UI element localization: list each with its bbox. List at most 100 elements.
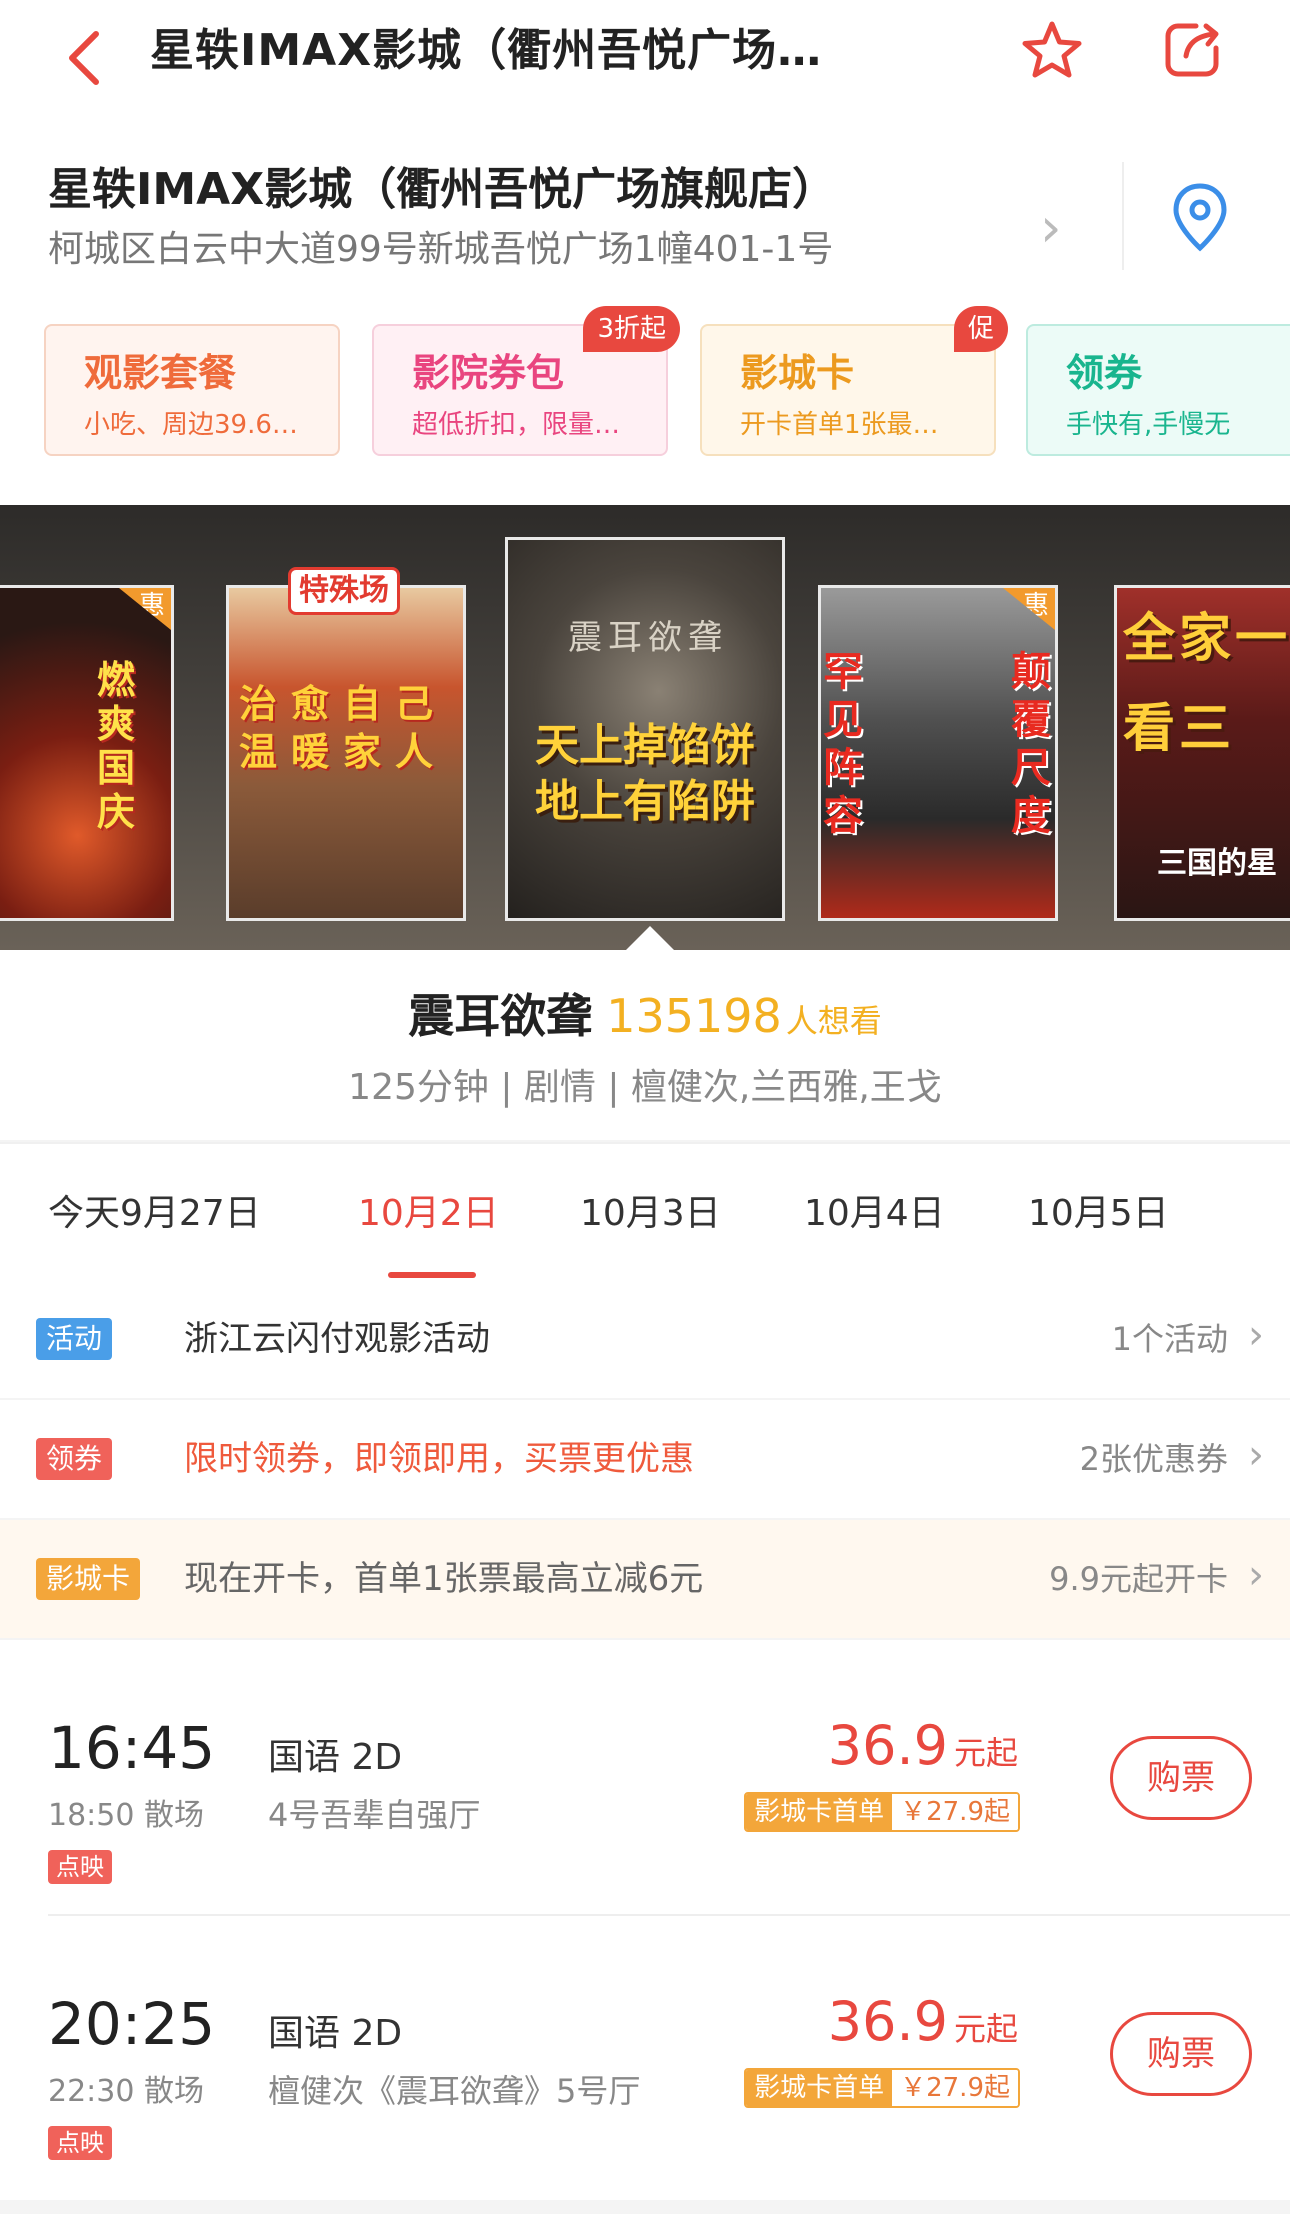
end-time: 22:30 散场 <box>48 2074 204 2109</box>
location-pin-icon <box>1173 183 1227 252</box>
cinema-info: 星轶IMAX影城（衢州吾悦广场旗舰店） 柯城区白云中大道99号新城吾悦广场1幢4… <box>0 140 1290 505</box>
share-button[interactable] <box>1152 10 1232 90</box>
card-discount-price: 影城卡首单 ￥27.9起 <box>744 1792 1020 1832</box>
back-button[interactable] <box>44 18 124 98</box>
showtime-list: 16:45 18:50 散场 点映 国语 2D 4号吾辈自强厅 36.9 元起 影… <box>0 1640 1290 2200</box>
movie-poster-carousel[interactable]: 惠 燃爽国庆 治愈自己 温暖家人 特殊场 震耳欲聋 天上掉馅饼 地上有陷阱 惠 … <box>0 505 1290 950</box>
poster-caption: 全家一 看三 <box>1123 609 1290 759</box>
chevron-right-icon: › <box>1248 1312 1264 1358</box>
date-tab[interactable]: 今天9月27日 <box>48 1184 261 1236</box>
activity-tag: 活动 <box>36 1318 113 1360</box>
ticket-price: 36.9 元起 <box>828 1714 1018 1777</box>
activity-count: 1个活动 <box>1111 1320 1228 1358</box>
coupon-count: 2张优惠券 <box>1079 1440 1228 1478</box>
service-desc: 开卡首单1张最… <box>740 410 939 440</box>
service-combo-card[interactable]: 观影套餐 小吃、周边39.6… <box>44 324 340 456</box>
card-discount-price: 影城卡首单 ￥27.9起 <box>744 2068 1020 2108</box>
date-tab-active[interactable]: 10月2日 <box>358 1184 499 1236</box>
top-nav-bar: 星轶IMAX影城（衢州吾悦广场… <box>0 0 1290 140</box>
poster-caption: 治愈自己 温暖家人 <box>239 682 448 774</box>
divider <box>1122 162 1124 270</box>
buy-ticket-button[interactable]: 购票 <box>1110 1736 1252 1820</box>
hall-name: 4号吾辈自强厅 <box>268 1796 481 1834</box>
cinema-name[interactable]: 星轶IMAX影城（衢州吾悦广场旗舰店） <box>48 160 1048 220</box>
cinema-address[interactable]: 柯城区白云中大道99号新城吾悦广场1幢401-1号 <box>48 225 1048 275</box>
selected-poster-indicator <box>626 926 674 950</box>
card-label: 影城卡首单 <box>746 2070 893 2106</box>
service-cinema-card[interactable]: 影城卡 开卡首单1张最… 促 <box>700 306 1008 456</box>
activity-row[interactable]: 活动 浙江云闪付观影活动 1个活动 › <box>0 1280 1290 1398</box>
date-tab[interactable]: 10月4日 <box>804 1184 945 1236</box>
card-price: ￥27.9起 <box>892 2070 1018 2106</box>
want-to-see-count: 135198 <box>606 989 782 1043</box>
price-suffix: 元起 <box>953 2010 1018 2048</box>
preview-tag: 点映 <box>48 2126 112 2160</box>
movie-poster-selected[interactable]: 震耳欲聋 天上掉馅饼 地上有陷阱 <box>505 537 785 921</box>
language-format: 国语 2D <box>268 1737 403 1778</box>
poster-caption: 天上掉馅饼 地上有陷阱 <box>535 720 755 827</box>
cinema-card-price: 9.9元起开卡 <box>1049 1560 1228 1598</box>
date-tabs: 今天9月27日 10月2日 10月3日 10月4日 10月5日 <box>0 1142 1290 1280</box>
favorite-button[interactable] <box>1012 10 1092 90</box>
movie-poster[interactable]: 惠 燃爽国庆 <box>0 585 174 921</box>
service-title: 观影套餐 <box>84 351 237 395</box>
cinema-card-row[interactable]: 影城卡 现在开卡，首单1张票最高立减6元 9.9元起开卡 › <box>0 1520 1290 1638</box>
coupon-tag: 领券 <box>36 1438 113 1480</box>
showtime-row[interactable]: 16:45 18:50 散场 点映 国语 2D 4号吾辈自强厅 36.9 元起 影… <box>0 1640 1290 1916</box>
poster-caption-right: 颠覆尺度 <box>1011 649 1051 839</box>
movie-meta: 125分钟 | 剧情 | 檀健次,兰西雅,王戈 <box>348 1067 942 1108</box>
share-icon <box>1165 23 1219 77</box>
service-title: 领券 <box>1066 351 1143 395</box>
poster-caption-left: 罕见阵容 <box>823 649 863 839</box>
service-get-coupon-card[interactable]: 领券 手快有,手慢无 <box>1026 324 1290 456</box>
movie-poster[interactable]: 全家一 看三 三国的星 <box>1114 585 1290 921</box>
coupon-text: 限时领券，即领即用，买票更优惠 <box>184 1439 694 1479</box>
page-title: 星轶IMAX影城（衢州吾悦广场… <box>150 25 823 76</box>
movie-poster[interactable]: 治愈自己 温暖家人 <box>226 585 466 921</box>
chevron-right-icon[interactable]: › <box>1040 188 1090 268</box>
star-icon <box>1022 21 1082 78</box>
chevron-left-icon <box>69 31 99 85</box>
date-tab[interactable]: 10月3日 <box>580 1184 721 1236</box>
price-value: 36.9 <box>827 1990 948 2053</box>
showtime-row[interactable]: 20:25 22:30 散场 点映 国语 2D 檀健次《震耳欲聋》5号厅 36.… <box>0 1916 1290 2192</box>
discount-badge: 惠 <box>1003 588 1055 630</box>
end-time: 18:50 散场 <box>48 1798 204 1833</box>
service-title: 影院券包 <box>412 351 565 395</box>
discount-badge: 3折起 <box>583 306 680 352</box>
poster-subtitle: 三国的星 <box>1157 846 1277 881</box>
start-time: 16:45 <box>48 1714 216 1782</box>
movie-title-row: 震耳欲聋 135198 人想看 <box>0 980 1290 1046</box>
promo-badge: 促 <box>953 306 1008 352</box>
price-value: 36.9 <box>827 1714 948 1777</box>
special-screening-badge: 特殊场 <box>288 567 400 615</box>
service-title: 影城卡 <box>740 351 855 395</box>
language-format: 国语 2D <box>268 2013 403 2054</box>
cinema-card-tag: 影城卡 <box>36 1558 141 1600</box>
ticket-price: 36.9 元起 <box>828 1990 1018 2053</box>
poster-title: 震耳欲聋 <box>568 618 728 658</box>
service-coupon-pack-card[interactable]: 影院券包 超低折扣，限量… 3折起 <box>372 306 680 456</box>
chevron-right-icon: › <box>1248 1432 1264 1478</box>
active-tab-indicator <box>388 1272 476 1278</box>
movie-info: 震耳欲聋 135198 人想看 125分钟 | 剧情 | 檀健次,兰西雅,王戈 <box>0 950 1290 1140</box>
poster-caption: 燃爽国庆 <box>97 658 136 834</box>
preview-tag: 点映 <box>48 1850 112 1884</box>
card-label: 影城卡首单 <box>746 1794 893 1830</box>
location-button[interactable] <box>1172 182 1244 266</box>
activity-text: 浙江云闪付观影活动 <box>184 1319 490 1359</box>
service-desc: 小吃、周边39.6… <box>84 410 298 440</box>
date-tab[interactable]: 10月5日 <box>1028 1184 1169 1236</box>
discount-badge: 惠 <box>119 588 171 630</box>
movie-title: 震耳欲聋 <box>408 989 593 1043</box>
service-desc: 超低折扣，限量… <box>412 410 621 440</box>
movie-poster[interactable]: 惠 罕见阵容 颠覆尺度 <box>818 585 1058 921</box>
card-price: ￥27.9起 <box>892 1794 1018 1830</box>
service-desc: 手快有,手慢无 <box>1066 410 1231 440</box>
buy-ticket-button[interactable]: 购票 <box>1110 2012 1252 2096</box>
want-to-see-label: 人想看 <box>785 1002 882 1040</box>
cinema-card-text: 现在开卡，首单1张票最高立减6元 <box>184 1559 704 1599</box>
coupon-row[interactable]: 领券 限时领券，即领即用，买票更优惠 2张优惠券 › <box>0 1400 1290 1518</box>
start-time: 20:25 <box>48 1990 216 2058</box>
chevron-right-icon: › <box>1248 1552 1264 1598</box>
